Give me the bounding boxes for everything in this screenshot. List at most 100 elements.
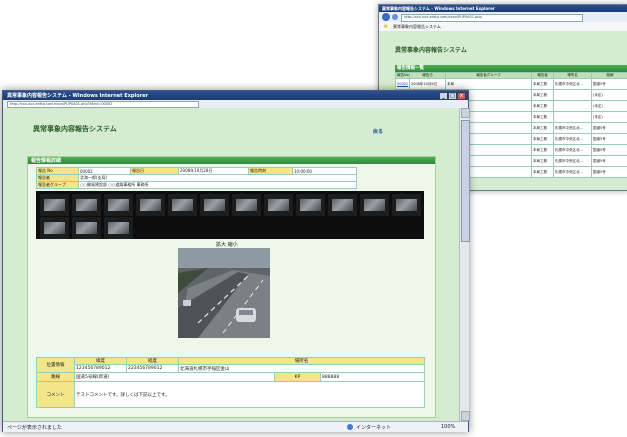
scroll-up-button[interactable] xyxy=(461,108,470,118)
table-row[interactable]: 00001 2008年10月6日 本局 本局工務 札幌市中央区北... 国道5号 xyxy=(395,78,627,90)
vertical-scrollbar[interactable] xyxy=(459,108,470,421)
photo-thumbnail[interactable] xyxy=(264,194,293,216)
back-nav-back-icon[interactable] xyxy=(382,13,390,21)
photo-thumbnail[interactable] xyxy=(328,194,357,216)
place-name-header: 場所名 xyxy=(178,357,425,365)
table-cell: 本局工務 xyxy=(531,166,554,178)
back-section-title: 報告情報一覧 xyxy=(397,66,424,71)
zoom-level[interactable]: 100% xyxy=(441,424,455,430)
table-cell: (未定) xyxy=(591,100,627,112)
comment-value: テストコメントです。詳しくは下記以上です。 xyxy=(74,381,425,408)
table-cell: 札幌市中央区北... xyxy=(553,166,592,178)
table-cell: 国道5号 xyxy=(591,155,627,167)
table-cell: 札幌市中央区北... xyxy=(553,122,592,134)
back-nav-forward-icon[interactable] xyxy=(392,14,398,20)
table-cell: 本局工務 xyxy=(531,100,554,112)
report-no-label: 報告 No xyxy=(36,167,79,175)
table-cell: 本局工務 xyxy=(531,133,554,145)
back-tab[interactable]: 異常事象内容報告システム xyxy=(393,24,441,30)
table-cell: 本局工務 xyxy=(531,89,554,101)
report-time-value: 10:00:00 xyxy=(292,167,357,175)
table-cell: 本局工務 xyxy=(531,122,554,134)
table-cell xyxy=(553,100,592,112)
front-window-title: 異常事象内容報告システム - Windows Internet Explorer xyxy=(7,93,148,99)
photo-thumbnail[interactable] xyxy=(168,194,197,216)
back-section-bar: 報告情報一覧 xyxy=(395,65,627,72)
photo-zoom-caption[interactable]: 拡大 縮小 xyxy=(216,241,238,248)
front-address-text: http://xxx.xxx-ehttp.com/xxxx/PUP0A01.ph… xyxy=(10,102,113,106)
reporter-group-value: ○○開発建設部 ○○道路事務所 事務所 xyxy=(78,181,357,189)
photo-thumbnail[interactable] xyxy=(136,194,165,216)
table-cell: 国道5号 xyxy=(591,78,627,90)
photo-thumbnail[interactable] xyxy=(360,194,389,216)
comment-label: コメント xyxy=(36,381,75,408)
front-page: 異常事象内容報告システム 戻る 報告情報詳細 報告 No 00002 報告日 2… xyxy=(3,108,459,421)
return-link[interactable]: 戻る xyxy=(373,128,383,135)
photo-thumbnail[interactable] xyxy=(104,217,133,239)
table-cell: 本局工務 xyxy=(531,155,554,167)
table-cell: 本局工務 xyxy=(531,78,554,90)
table-cell xyxy=(553,89,592,101)
road-photo-image xyxy=(178,248,270,338)
back-app-title: 異常事象内容報告システム xyxy=(395,47,467,54)
scroll-down-button[interactable] xyxy=(461,411,470,421)
table-cell: 本局工務 xyxy=(531,111,554,123)
photo-thumbnail[interactable] xyxy=(40,194,69,216)
table-cell: 札幌市中央区北... xyxy=(553,78,592,90)
table-cell: 国道5号 xyxy=(591,122,627,134)
detail-section-title: 報告情報詳細 xyxy=(31,158,62,164)
back-title-bar: 異常事象内容報告システム - Windows Internet Explorer xyxy=(379,5,627,12)
photo-thumbnail[interactable] xyxy=(72,217,101,239)
photo-thumbnail[interactable] xyxy=(232,194,261,216)
longitude-header: 経度 xyxy=(126,357,179,365)
favorites-star-icon[interactable]: ★ xyxy=(383,23,388,30)
table-cell: 札幌市中央区北... xyxy=(553,155,592,167)
detail-section-bar: 報告情報詳細 xyxy=(28,157,435,164)
photo-thumbnail[interactable] xyxy=(296,194,325,216)
close-button[interactable]: × xyxy=(457,92,466,100)
photo-thumbnail[interactable] xyxy=(200,194,229,216)
report-no-value: 00002 xyxy=(78,167,131,175)
globe-icon xyxy=(347,424,353,430)
road-photo[interactable] xyxy=(178,248,270,338)
table-cell xyxy=(553,111,592,123)
table-cell: 国道5号 xyxy=(591,144,627,156)
zone-text: インターネット xyxy=(356,425,392,431)
column-header[interactable]: 報告No xyxy=(395,72,410,79)
kp-label: KP xyxy=(274,372,321,382)
table-cell: 本局 xyxy=(445,78,532,90)
photo-thumbnail[interactable] xyxy=(72,194,101,216)
detail-panel: 報告情報詳細 報告 No 00002 報告日 2008年10月28日 報告時刻 … xyxy=(27,156,436,418)
scroll-thumb[interactable] xyxy=(461,120,470,242)
back-address-input[interactable]: http://xxx.xxx-ehttp.com/xxxx/PUP0A01.ph… xyxy=(401,14,583,22)
table-cell: 札幌市中央区北... xyxy=(553,144,592,156)
table-cell: 本局工務 xyxy=(531,144,554,156)
latitude-value: 123456789012 xyxy=(74,364,127,373)
report-no-link[interactable]: 00001 xyxy=(395,78,410,90)
photo-thumbnail[interactable] xyxy=(104,194,133,216)
table-cell: 2008年10月6日 xyxy=(409,78,446,90)
photo-thumbnail[interactable] xyxy=(40,217,69,239)
photo-thumbnail[interactable] xyxy=(392,194,421,216)
minimize-button[interactable]: _ xyxy=(439,92,448,100)
route-value: 国道5号線(新道) xyxy=(74,372,275,382)
status-text: ページが表示されました xyxy=(7,425,62,431)
report-time-label: 報告時刻 xyxy=(248,167,293,175)
report-date-value: 2008年10月28日 xyxy=(178,167,249,175)
front-address-input[interactable]: http://xxx.xxx-ehttp.com/xxxx/PUP0A01.ph… xyxy=(7,101,199,108)
photo-thumbnail-strip xyxy=(36,191,424,239)
table-cell: 国道5号 xyxy=(591,166,627,178)
front-title-bar: 異常事象内容報告システム - Windows Internet Explorer… xyxy=(3,91,468,100)
latitude-header: 緯度 xyxy=(74,357,127,365)
maximize-button[interactable]: □ xyxy=(448,92,457,100)
place-name-value: 北海道札幌市手稲区金山 xyxy=(178,364,425,373)
reporter-label: 報告者 xyxy=(36,174,79,182)
reporter-value: 北海一郎(支局) xyxy=(78,174,357,182)
detail-info-table: 報告 No 00002 報告日 2008年10月28日 報告時刻 10:00:0… xyxy=(36,167,357,189)
location-info-table: 位置情報 緯度 経度 場所名 123456789012 223456789012… xyxy=(36,357,425,408)
table-cell: 札幌市中央区北... xyxy=(553,133,592,145)
reporter-group-label: 報告者グループ xyxy=(36,181,79,189)
table-cell: (未定) xyxy=(591,111,627,123)
table-cell: (未定) xyxy=(591,89,627,101)
longitude-value: 223456789012 xyxy=(126,364,179,373)
